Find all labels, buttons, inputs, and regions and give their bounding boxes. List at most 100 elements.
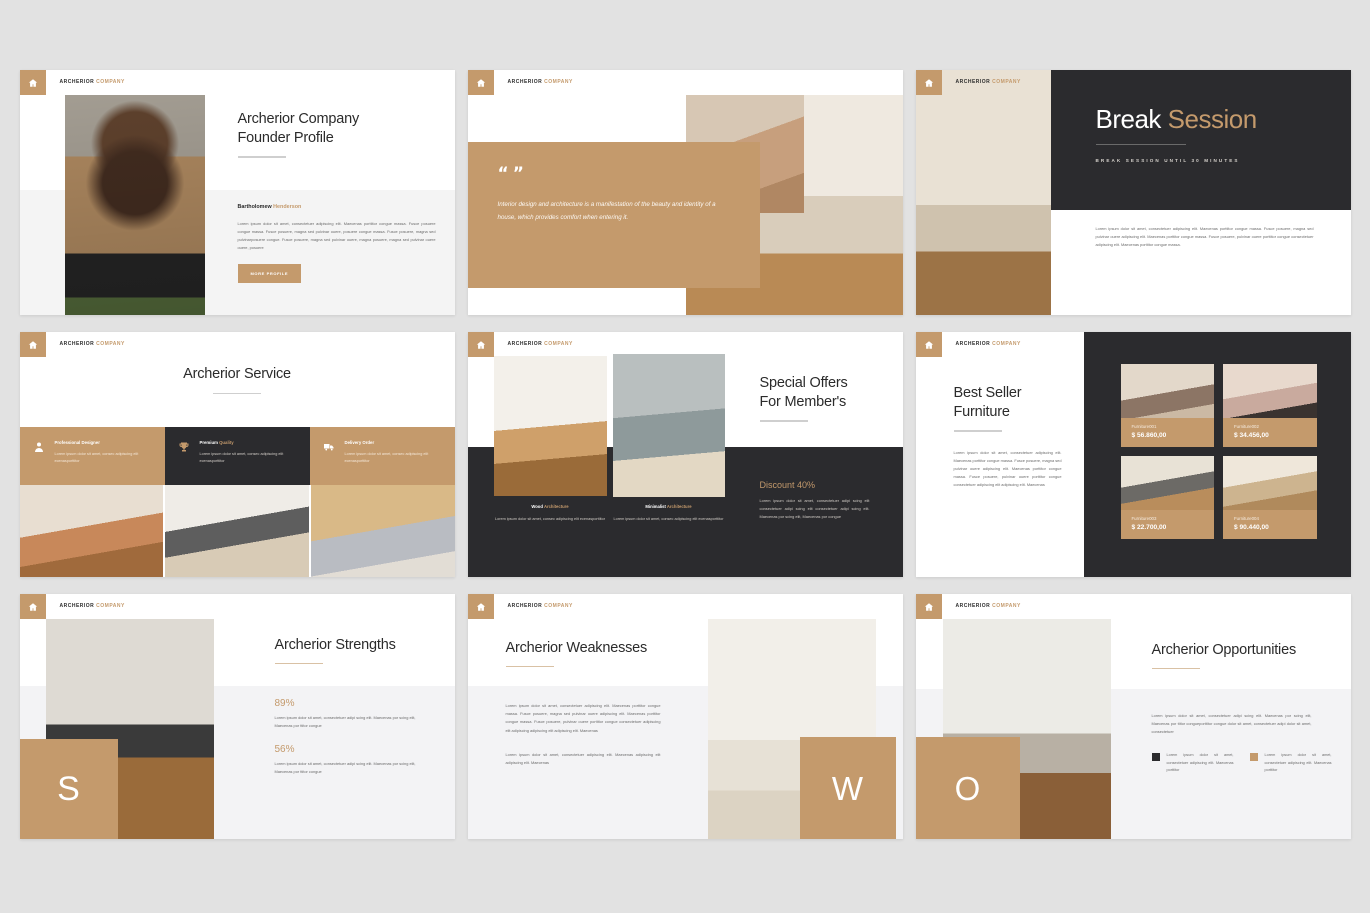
slide-archerior-weaknesses[interactable]: W ARCHERIOR COMPANY Archerior Weaknesses… <box>467 594 903 839</box>
title-divider <box>213 392 261 395</box>
brand-label: ARCHERIOR COMPANY <box>46 70 125 85</box>
bullet-text: Lorem ipsum dolor sit amet, consectetuer… <box>1166 753 1234 773</box>
opportunities-title-block: Archerior Opportunities <box>1151 641 1297 670</box>
furniture-price: $ 56.860,00 <box>1131 432 1167 439</box>
title-divider <box>237 156 286 158</box>
slide-header: ARCHERIOR COMPANY <box>19 594 455 619</box>
discount-block: Discount 40% Lorem ipsum dolor sit amet,… <box>760 480 870 522</box>
home-icon[interactable] <box>915 70 942 95</box>
home-icon[interactable] <box>467 332 494 357</box>
furniture-meta: Furniture004 $ 90.440,00 <box>1223 510 1317 539</box>
brand-part-2: COMPANY <box>544 341 573 347</box>
home-icon[interactable] <box>467 594 494 619</box>
home-icon[interactable] <box>19 332 46 357</box>
page-title: Archerior Opportunities <box>1151 642 1297 658</box>
service-card-professional-designer[interactable]: Professional Designer Lorem ipsum dolor … <box>19 427 165 485</box>
slide-header: ARCHERIOR COMPANY <box>467 70 903 95</box>
brand-label: ARCHERIOR COMPANY <box>494 594 573 609</box>
furniture-thumbnail <box>1223 364 1317 418</box>
furniture-name: Furniture003 <box>1131 516 1157 521</box>
home-icon[interactable] <box>19 594 46 619</box>
title-line-1: Special Offers <box>759 375 848 391</box>
founder-last-name: Henderson <box>273 203 302 210</box>
brand-part-1: ARCHERIOR <box>507 603 543 609</box>
service-photo-3 <box>310 485 455 577</box>
service-cards: Professional Designer Lorem ipsum dolor … <box>19 427 455 485</box>
strength-stat: 56% Lorem ipsum dolor sit amet, consecte… <box>275 744 435 776</box>
furniture-meta: Furniture001 $ 56.860,00 <box>1121 418 1215 447</box>
service-card-title-part-1: Delivery Order <box>344 440 375 445</box>
slide-archerior-strengths[interactable]: S ARCHERIOR COMPANY Archerior Strengths … <box>19 594 455 839</box>
brand-part-1: ARCHERIOR <box>955 341 991 347</box>
slide-header: ARCHERIOR COMPANY <box>19 70 455 95</box>
title-line-2: Founder Profile <box>237 129 334 146</box>
furniture-name: Furniture001 <box>1131 424 1157 429</box>
service-card-title-part-1: Premium <box>199 440 220 445</box>
title-divider <box>1095 144 1186 145</box>
furniture-name: Furniture004 <box>1234 516 1259 521</box>
slide-founder-profile[interactable]: ARCHERIOR COMPANY Archerior Company Foun… <box>19 70 455 315</box>
service-photo-2 <box>165 485 309 577</box>
opportunity-bullet: Lorem ipsum dolor sit amet, consectetuer… <box>1151 752 1234 775</box>
swot-letter: W <box>831 769 864 807</box>
brand-part-2: COMPANY <box>96 603 125 609</box>
furniture-price: $ 90.440,00 <box>1234 524 1269 531</box>
break-session-subtitle: BREAK SESSION UNTIL 30 MINUTES <box>1095 158 1240 163</box>
strengths-title-block: Archerior Strengths <box>274 636 396 665</box>
service-card-premium-quality[interactable]: Premium Quality Lorem ipsum dolor sit am… <box>164 427 310 485</box>
slide-best-seller-furniture[interactable]: ARCHERIOR COMPANY Best Seller Furniture … <box>915 332 1351 577</box>
title-part-2: Session <box>1167 104 1258 134</box>
furniture-card[interactable]: Furniture004 $ 90.440,00 <box>1223 456 1317 539</box>
furniture-card[interactable]: Furniture002 $ 34.456,00 <box>1223 364 1317 447</box>
opportunity-bullet: Lorem ipsum dolor sit amet, consectetuer… <box>1249 752 1332 775</box>
slide-header: ARCHERIOR COMPANY <box>467 332 903 357</box>
service-card-delivery-order[interactable]: Delivery Order Lorem ipsum dolor sit ame… <box>309 427 455 485</box>
bullet-text: Lorem ipsum dolor sit amet, consectetuer… <box>1264 753 1332 773</box>
stat-text: Lorem ipsum dolor sit amet, consectetuer… <box>274 761 416 774</box>
home-icon[interactable] <box>915 594 942 619</box>
brand-part-1: ARCHERIOR <box>955 603 991 609</box>
brand-part-2: COMPANY <box>544 79 573 85</box>
brand-part-2: COMPANY <box>992 603 1021 609</box>
furniture-grid: Furniture001 $ 56.860,00 Furniture002 $ … <box>1120 364 1317 539</box>
service-card-text: Lorem ipsum dolor sit amet, consec adipi… <box>199 452 284 464</box>
brand-label: ARCHERIOR COMPANY <box>494 70 573 85</box>
offers-title-block: Special Offers For Member's <box>759 374 890 422</box>
home-icon[interactable] <box>19 70 46 95</box>
home-icon[interactable] <box>467 70 494 95</box>
opportunities-description: Lorem ipsum dolor sit amet, consectetuer… <box>1151 713 1312 735</box>
brand-part-2: COMPANY <box>992 79 1021 85</box>
delivery-truck-icon <box>323 440 336 485</box>
home-icon[interactable] <box>915 332 942 357</box>
furniture-card[interactable]: Furniture003 $ 22.700,00 <box>1120 456 1214 539</box>
stat-text: Lorem ipsum dolor sit amet, consectetuer… <box>274 715 416 728</box>
slide-header: ARCHERIOR COMPANY <box>467 594 903 619</box>
furniture-card[interactable]: Furniture001 $ 56.860,00 <box>1120 364 1215 447</box>
offer-caption-wood: Wood Architecture Lorem ipsum dolor sit … <box>494 504 607 524</box>
brand-part-1: ARCHERIOR <box>59 341 95 347</box>
slide-quote[interactable]: ARCHERIOR COMPANY “” Interior design and… <box>467 70 903 315</box>
furniture-thumbnail <box>1120 456 1214 510</box>
break-session-photo <box>915 70 1051 315</box>
title-divider <box>1151 667 1200 670</box>
page-title: Archerior Weaknesses <box>505 640 648 656</box>
more-profile-button[interactable]: MORE PROFILE <box>237 264 302 284</box>
service-card-title: Professional Designer <box>55 440 151 445</box>
quote-marks-icon: “” <box>498 166 724 188</box>
service-card-title-part-1: Professional Designer <box>54 440 100 445</box>
slide-special-offers[interactable]: ARCHERIOR COMPANY Special Offers For Mem… <box>467 332 903 577</box>
title-line-1: Best Seller <box>953 385 1022 401</box>
page-title: Best Seller Furniture <box>954 384 1062 421</box>
founder-name: Bartholomew Henderson <box>238 204 436 210</box>
swot-letter: S <box>57 770 80 808</box>
slide1-content: Archerior Company Founder Profile Bartho… <box>237 110 436 284</box>
service-card-title: Premium Quality <box>200 440 296 445</box>
slide-deck: ARCHERIOR COMPANY Archerior Company Foun… <box>0 0 1370 913</box>
offer-caption-minimalist: Minimalist Architecture Lorem ipsum dolo… <box>613 504 725 524</box>
slide-archerior-opportunities[interactable]: O ARCHERIOR COMPANY Archerior Opportunit… <box>915 594 1351 839</box>
page-title: Special Offers For Member's <box>760 374 890 411</box>
title-divider <box>274 662 323 665</box>
slide-break-session[interactable]: Break Session BREAK SESSION UNTIL 30 MIN… <box>915 70 1351 315</box>
slide-archerior-service[interactable]: Archerior Service ARCHERIOR COMPANY Prof… <box>19 332 455 577</box>
stat-value: 89% <box>274 698 295 709</box>
